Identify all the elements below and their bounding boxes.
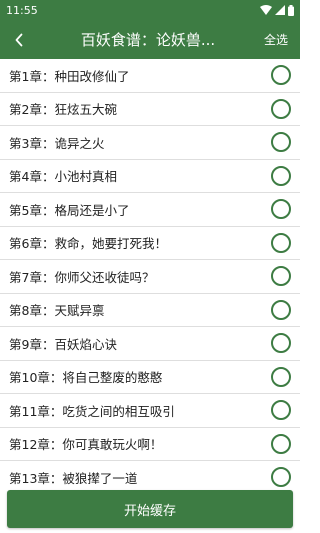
page-title: 百妖食谱：论妖兽...	[80, 31, 216, 49]
radio-check-icon[interactable]	[271, 467, 291, 487]
wifi-icon	[260, 5, 272, 15]
signal-icon	[275, 5, 285, 15]
status-icons	[260, 4, 294, 16]
chapter-title: 第8章：天赋异禀	[9, 303, 105, 319]
radio-check-icon[interactable]	[271, 333, 291, 354]
radio-check-icon[interactable]	[271, 266, 291, 287]
chapter-title: 第3章：诡异之火	[9, 135, 105, 151]
radio-check-icon[interactable]	[271, 232, 291, 253]
footer-bar: 开始缓存	[0, 487, 300, 533]
chapter-title: 第2章：狂炫五大碗	[9, 102, 117, 118]
status-bar: 11:55	[0, 0, 300, 20]
chapter-row[interactable]: 第5章：格局还是小了	[0, 193, 300, 227]
back-button[interactable]	[0, 20, 38, 59]
chapter-list: 第1章：种田改修仙了 第2章：狂炫五大碗 第3章：诡异之火 第4章：小池村真相 …	[0, 59, 300, 487]
chapter-row[interactable]: 第4章：小池村真相	[0, 160, 300, 193]
start-cache-button[interactable]: 开始缓存	[7, 490, 293, 528]
chapter-title: 第7章：你师父还收徒吗？	[9, 269, 155, 285]
chapter-row[interactable]: 第9章：百妖焰心诀	[0, 327, 300, 361]
radio-check-icon[interactable]	[271, 65, 291, 86]
radio-check-icon[interactable]	[271, 366, 291, 387]
select-all-button[interactable]: 全选	[252, 31, 300, 48]
radio-check-icon[interactable]	[271, 132, 291, 153]
chapter-title: 第9章：百妖焰心诀	[9, 336, 117, 352]
radio-check-icon[interactable]	[271, 98, 291, 119]
chapter-title: 第12章：你可真敢玩火啊！	[9, 437, 163, 453]
chapter-title: 第11章：吃货之间的相互吸引	[9, 403, 175, 419]
chapter-row[interactable]: 第13章：被狼撵了一道	[0, 461, 300, 487]
chapter-title: 第5章：格局还是小了	[9, 202, 130, 218]
chapter-row[interactable]: 第6章：救命，她要打死我！	[0, 227, 300, 260]
chapter-title: 第13章：被狼撵了一道	[9, 470, 138, 486]
chapter-row[interactable]: 第2章：狂炫五大碗	[0, 93, 300, 126]
radio-check-icon[interactable]	[271, 299, 291, 320]
battery-icon	[288, 4, 294, 16]
chapter-title: 第1章：种田改修仙了	[9, 68, 130, 84]
status-time: 11:55	[6, 3, 38, 17]
chapter-title: 第10章：将自己整废的憨憨	[9, 370, 163, 386]
radio-check-icon[interactable]	[271, 199, 291, 220]
chapter-row[interactable]: 第11章：吃货之间的相互吸引	[0, 394, 300, 428]
chapter-row[interactable]: 第10章：将自己整废的憨憨	[0, 361, 300, 394]
app-bar: 百妖食谱：论妖兽... 全选	[0, 20, 300, 59]
chapter-row[interactable]: 第12章：你可真敢玩火啊！	[0, 428, 300, 461]
radio-check-icon[interactable]	[271, 165, 291, 186]
chapter-row[interactable]: 第7章：你师父还收徒吗？	[0, 260, 300, 294]
chapter-title: 第6章：救命，她要打死我！	[9, 236, 167, 252]
chevron-left-icon	[15, 33, 23, 46]
chapter-title: 第4章：小池村真相	[9, 169, 117, 185]
chapter-row[interactable]: 第3章：诡异之火	[0, 126, 300, 160]
radio-check-icon[interactable]	[271, 400, 291, 421]
chapter-row[interactable]: 第8章：天赋异禀	[0, 294, 300, 327]
chapter-row[interactable]: 第1章：种田改修仙了	[0, 59, 300, 93]
radio-check-icon[interactable]	[271, 433, 291, 454]
